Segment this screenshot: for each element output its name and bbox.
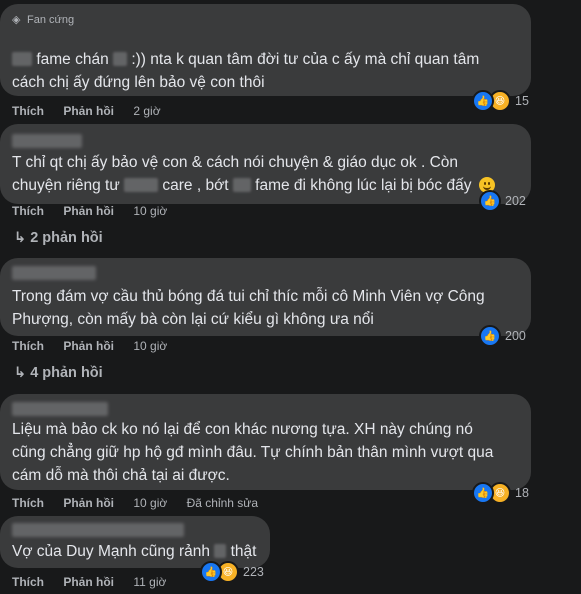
fan-badge: ◈ Fan cứng xyxy=(12,14,74,26)
reaction-count: 15 xyxy=(515,94,529,108)
like-button[interactable]: Thích xyxy=(12,496,44,510)
like-button[interactable]: Thích xyxy=(12,339,44,353)
reply-button[interactable]: Phản hồi xyxy=(63,339,114,353)
replies-count: 4 phản hồi xyxy=(30,365,103,381)
like-button[interactable]: Thích xyxy=(12,104,44,118)
comment-text: Liệu mà bảo ck ko nó lại để con khác nươ… xyxy=(12,421,494,484)
like-button[interactable]: Thích xyxy=(12,575,44,589)
reaction-summary[interactable]: 👍 😆 15 xyxy=(472,90,529,112)
reaction-summary[interactable]: 👍 200 xyxy=(479,325,526,347)
author-name[interactable] xyxy=(12,402,108,416)
reply-button[interactable]: Phản hồi xyxy=(63,575,114,589)
timestamp[interactable]: 10 giờ xyxy=(133,496,167,510)
reaction-summary[interactable]: 👍 😆 223 xyxy=(200,561,264,583)
redacted-text xyxy=(113,52,128,66)
timestamp[interactable]: 10 giờ xyxy=(133,339,167,353)
comment-text: T chỉ qt chị ấy bảo vệ con & cách nói ch… xyxy=(12,151,495,197)
diamond-icon: ◈ xyxy=(12,14,21,26)
redacted-text xyxy=(124,178,159,192)
reaction-summary[interactable]: 👍 😆 18 xyxy=(472,482,529,504)
view-replies-link[interactable]: ↳ 2 phản hồi xyxy=(14,230,103,246)
redacted-text xyxy=(214,544,227,558)
comment-text: Vợ của Duy Mạnh cũng rảnh thật xyxy=(12,543,257,560)
comment-text: Trong đám vợ cầu thủ bóng đá tui chỉ thí… xyxy=(12,288,485,328)
fan-badge-label: Fan cứng xyxy=(27,14,75,26)
like-reaction-icon: 👍 xyxy=(479,325,501,347)
reaction-count: 18 xyxy=(515,486,529,500)
comment-actions: Thích Phản hồi 10 giờ xyxy=(12,204,183,218)
view-replies-link[interactable]: ↳ 4 phản hồi xyxy=(14,365,103,381)
reaction-count: 202 xyxy=(505,194,526,208)
reaction-summary[interactable]: 👍 202 xyxy=(479,190,526,212)
reaction-count: 200 xyxy=(505,329,526,343)
reply-button[interactable]: Phản hồi xyxy=(63,496,114,510)
author-name[interactable] xyxy=(12,134,82,148)
replies-count: 2 phản hồi xyxy=(30,230,103,246)
like-reaction-icon: 👍 xyxy=(479,190,501,212)
comment-actions: Thích Phản hồi 10 giờ Đã chỉnh sửa xyxy=(12,496,274,510)
reply-arrow-icon: ↳ xyxy=(14,365,27,381)
author-name[interactable] xyxy=(12,523,184,537)
comment-actions: Thích Phản hồi 2 giờ xyxy=(12,104,177,118)
author-name[interactable] xyxy=(12,266,96,280)
like-reaction-icon: 👍 xyxy=(472,90,494,112)
reaction-count: 223 xyxy=(243,565,264,579)
timestamp[interactable]: 2 giờ xyxy=(133,104,160,118)
reply-button[interactable]: Phản hồi xyxy=(63,204,114,218)
like-reaction-icon: 👍 xyxy=(472,482,494,504)
like-button[interactable]: Thích xyxy=(12,204,44,218)
timestamp[interactable]: 10 giờ xyxy=(133,204,167,218)
comment-text: fame chán :)) nta k quan tâm đời tư của … xyxy=(12,51,480,91)
timestamp[interactable]: 11 giờ xyxy=(133,575,166,589)
like-reaction-icon: 👍 xyxy=(200,561,222,583)
reply-arrow-icon: ↳ xyxy=(14,230,27,246)
reply-button[interactable]: Phản hồi xyxy=(63,104,114,118)
comment-actions: Thích Phản hồi 11 giờ xyxy=(12,575,182,589)
edited-label: Đã chỉnh sửa xyxy=(186,496,258,510)
comment-actions: Thích Phản hồi 10 giờ xyxy=(12,339,183,353)
redacted-text xyxy=(232,178,251,192)
redacted-text xyxy=(12,52,32,66)
